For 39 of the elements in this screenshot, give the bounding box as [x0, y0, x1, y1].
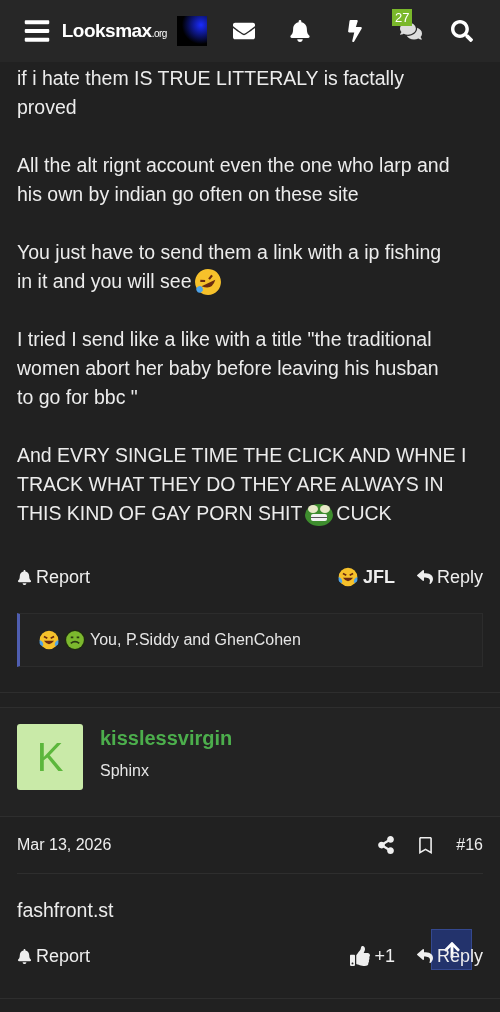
post-text: fashfront.st [17, 898, 114, 923]
post-date: Mar 13, 2026 [17, 836, 112, 854]
report-link[interactable]: Report [17, 945, 91, 967]
reactions-text: You, P.Siddy and GhenCohen [90, 631, 301, 649]
notification-count: 27 [392, 9, 413, 26]
bell-icon [17, 948, 32, 964]
bell-icon [17, 569, 32, 585]
reply-icon [416, 569, 433, 585]
reply-link[interactable]: Reply [416, 566, 483, 588]
site-logo[interactable]: Looksmax.org [61, 20, 167, 42]
reaction-button[interactable]: JFL [336, 566, 395, 588]
thumbs-up-icon [350, 946, 371, 966]
user-title: Sphinx [100, 762, 150, 780]
post-text: And EVRY SINGLE TIME THE CLICK AND WHNE I [17, 443, 467, 468]
post-text: to go for bbc " [17, 385, 138, 410]
reply-link[interactable]: Reply [416, 945, 483, 967]
post-text: in it and you will see [17, 269, 192, 294]
post-text: women abort her baby before leaving his husban [17, 356, 439, 381]
reaction-button[interactable]: +1 [350, 945, 395, 967]
nauseated-emoji-icon [64, 629, 86, 651]
post-text: TRACK WHAT THEY DO THEY ARE ALWAYS IN [17, 472, 444, 497]
share-icon[interactable] [377, 836, 396, 854]
post-text: THIS KIND OF GAY PORN SHIT [17, 501, 303, 526]
crying-laughing-emoji-icon [336, 566, 359, 588]
reply-icon [416, 948, 433, 964]
crying-laughing-emoji-icon [38, 629, 60, 651]
post-text: if i hate them IS TRUE LITTERALY is factally [17, 66, 404, 91]
post-number[interactable]: #16 [456, 836, 483, 854]
post-text: All the alt rignt account even the one who larp and [17, 153, 450, 178]
bookmark-icon[interactable] [417, 836, 435, 854]
post-text: CUCK [336, 501, 392, 526]
post-text: his own by indian go often on these site [17, 182, 359, 207]
rolling-laughing-emoji-icon [193, 267, 222, 296]
post-text: proved [17, 95, 77, 120]
post-text: You just have to send them a link with a ip fishing [17, 240, 442, 265]
report-link[interactable]: Report [17, 566, 91, 588]
reactions-summary[interactable]: You, P.Siddy and GhenCohen [17, 613, 483, 667]
author-name[interactable]: kisslessvirgin [100, 727, 233, 750]
post-text: I tried I send like a like with a title "the traditional [17, 327, 432, 352]
